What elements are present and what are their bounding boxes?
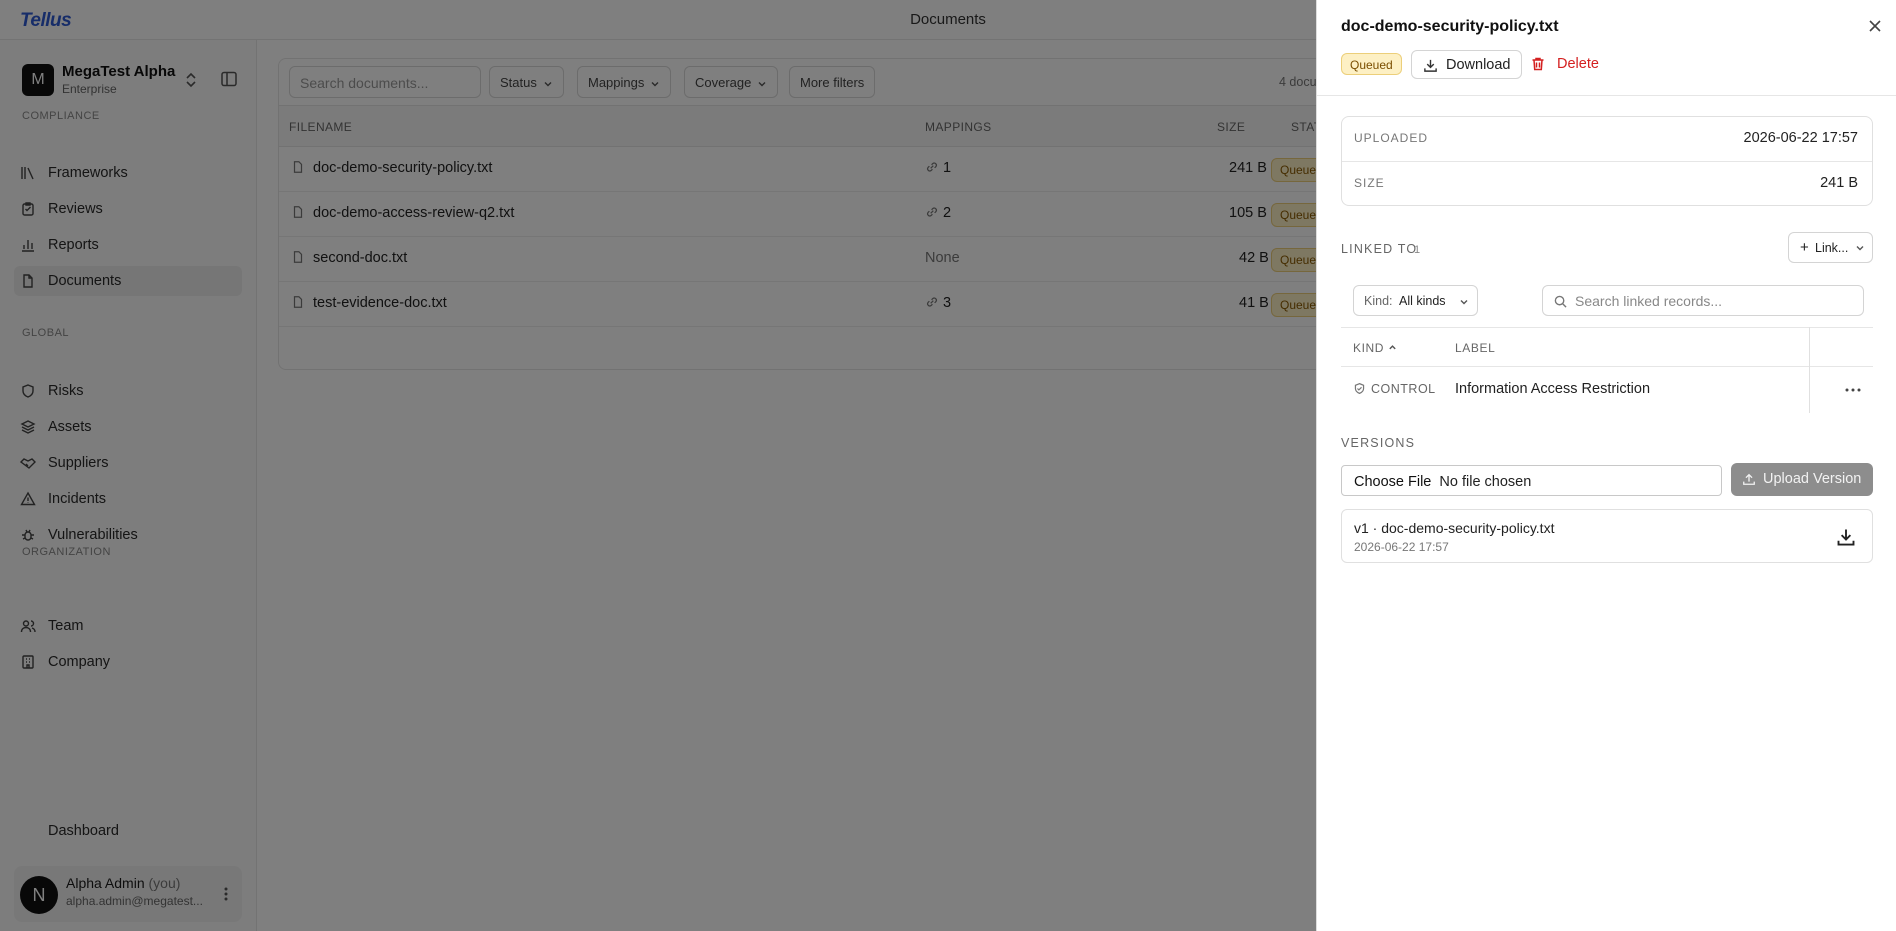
versions-section-label: Versions <box>1341 436 1416 450</box>
search-icon <box>1554 295 1567 308</box>
meta-value: 241 B <box>1820 175 1858 191</box>
trash-icon <box>1532 57 1544 71</box>
download-icon[interactable] <box>1836 527 1856 547</box>
choose-file-button[interactable]: Choose File <box>1354 474 1431 490</box>
drawer-title: doc-demo-security-policy.txt <box>1341 18 1559 35</box>
version-name: v1 · doc-demo-security-policy.txt <box>1354 520 1555 536</box>
chevron-down-icon <box>1460 300 1468 305</box>
plus-icon: + <box>1800 239 1809 256</box>
table-row[interactable]: CONTROL Information Access Restriction <box>1341 367 1873 413</box>
chevron-up-icon <box>1389 345 1396 350</box>
divider <box>1317 95 1896 96</box>
meta-key: Size <box>1354 176 1385 190</box>
more-horizontal-icon[interactable] <box>1841 381 1865 399</box>
column-header-label[interactable]: Label <box>1455 341 1495 355</box>
kind-cell: CONTROL <box>1353 382 1436 396</box>
meta-row-uploaded: Uploaded 2026-06-22 17:57 <box>1342 117 1872 161</box>
file-input[interactable]: Choose File No file chosen <box>1341 465 1722 496</box>
linked-table-header: Kind Label <box>1341 327 1873 367</box>
download-button[interactable]: Download <box>1411 50 1522 79</box>
file-input-status: No file chosen <box>1439 474 1532 490</box>
kind-filter-select[interactable]: Kind: All kinds <box>1353 285 1478 316</box>
upload-version-button[interactable]: Upload Version <box>1731 463 1873 496</box>
delete-button[interactable]: Delete <box>1519 50 1609 79</box>
label-cell: Information Access Restriction <box>1455 381 1651 397</box>
chevron-down-icon <box>1856 246 1864 251</box>
status-badge: Queued <box>1341 53 1402 75</box>
metadata-card: Uploaded 2026-06-22 17:57 Size 241 B <box>1341 116 1873 206</box>
shield-check-icon <box>1354 382 1365 395</box>
linked-search-input[interactable]: Search linked records... <box>1542 285 1864 316</box>
upload-icon <box>1743 473 1755 485</box>
meta-key: Uploaded <box>1354 131 1429 145</box>
linked-count: 1 <box>1414 244 1421 256</box>
version-date: 2026-06-22 17:57 <box>1354 540 1449 554</box>
meta-row-size: Size 241 B <box>1342 161 1872 205</box>
meta-value: 2026-06-22 17:57 <box>1743 130 1859 146</box>
link-button[interactable]: + Link... <box>1788 232 1873 263</box>
download-icon <box>1424 59 1437 72</box>
linked-section-label: Linked to <box>1341 242 1418 256</box>
column-header-kind[interactable]: Kind <box>1353 341 1397 355</box>
close-icon[interactable] <box>1865 16 1885 36</box>
document-detail-drawer: doc-demo-security-policy.txt Queued Down… <box>1316 0 1896 931</box>
version-item: v1 · doc-demo-security-policy.txt 2026-0… <box>1341 509 1873 563</box>
